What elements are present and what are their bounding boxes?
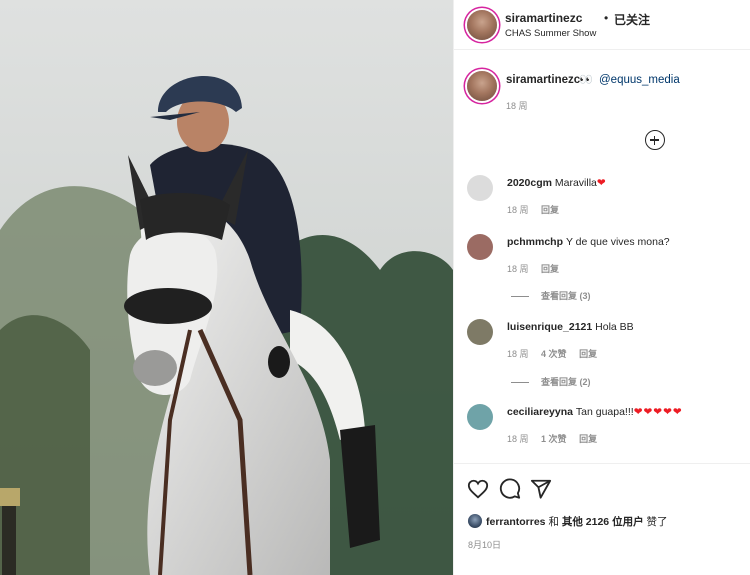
comment-meta: 18 周 回复 (507, 203, 569, 216)
separator-dot: • (604, 11, 609, 25)
paper-plane-icon[interactable] (530, 478, 552, 500)
commenter-avatar[interactable] (467, 234, 493, 260)
comment-text: Tan guapa!!! (575, 406, 634, 418)
commenter-username[interactable]: luisenrique_2121 (507, 321, 592, 333)
post-detail-pane: siramartinezc • 已关注 CHAS Summer Show sir… (453, 0, 750, 575)
speech-bubble-icon[interactable] (499, 478, 521, 500)
comment-line: luisenrique_2121 Hola BB (507, 321, 634, 333)
heart-emojis: ❤❤❤❤❤ (633, 406, 683, 418)
author-avatar[interactable] (467, 10, 497, 40)
replies-divider (511, 296, 529, 298)
heart-emoji: ❤ (596, 177, 607, 189)
comment-text: Hola BB (595, 321, 634, 333)
comment-line: pchmmchp Y de que vives mona? (507, 236, 670, 248)
commenter-avatar[interactable] (467, 319, 493, 345)
commenter-avatar[interactable] (467, 404, 493, 430)
reply-button[interactable]: 回复 (541, 205, 559, 215)
comment-timestamp: 18 周 (507, 434, 529, 444)
post-photo[interactable] (0, 0, 453, 575)
author-username[interactable]: siramartinezc (505, 11, 582, 25)
comment-meta: 18 周 4 次赞 回复 (507, 347, 607, 360)
reply-button[interactable]: 回复 (579, 434, 597, 444)
commenter-avatar[interactable] (467, 175, 493, 201)
rider-on-horse-image (0, 0, 453, 575)
post-header: siramartinezc • 已关注 CHAS Summer Show (454, 0, 750, 50)
comment-like-count[interactable]: 4 次赞 (541, 349, 567, 359)
view-replies-button[interactable]: 查看回复 (3) (511, 289, 591, 302)
comment-timestamp: 18 周 (507, 205, 529, 215)
caption-timestamp: 18 周 (506, 101, 528, 111)
likes-and: 和 (548, 516, 559, 528)
comment-text: Maravilla (554, 177, 597, 189)
likes-others-count[interactable]: 其他 2126 位用户 (562, 516, 644, 528)
comment-meta: 18 周 1 次赞 回复 (507, 432, 607, 445)
comment-text: Y de que vives mona? (565, 236, 670, 248)
comment-line: 2020cgm Maravilla❤ (507, 177, 607, 189)
comment-timestamp: 18 周 (507, 349, 529, 359)
likes-verb: 赞了 (646, 516, 668, 528)
caption-author-avatar[interactable] (467, 71, 497, 101)
commenter-username[interactable]: ceciliareyyna (507, 406, 573, 418)
view-replies-label: 查看回复 (3) (541, 291, 591, 301)
commenter-username[interactable]: pchmmchp (507, 236, 563, 248)
reply-button[interactable]: 回复 (579, 349, 597, 359)
likes-summary[interactable]: ferrantorres 和 其他 2126 位用户 赞了 (468, 514, 668, 529)
comment-line: ceciliareyyna Tan guapa!!!❤❤❤❤❤ (507, 406, 683, 418)
eyes-emoji: 👀 (579, 74, 593, 86)
commenter-username[interactable]: 2020cgm (507, 177, 552, 189)
action-bar (454, 478, 750, 502)
view-replies-button[interactable]: 查看回复 (2) (511, 375, 591, 388)
heart-outline-icon[interactable] (467, 478, 489, 500)
reply-button[interactable]: 回复 (541, 264, 559, 274)
caption-username[interactable]: siramartinezc (506, 74, 580, 86)
replies-divider (511, 382, 529, 384)
comment-like-count[interactable]: 1 次赞 (541, 434, 567, 444)
follow-status-button[interactable]: 已关注 (614, 11, 650, 28)
location-link[interactable]: CHAS Summer Show (505, 28, 596, 39)
post-date: 8月10日 (468, 540, 502, 550)
comment-meta: 18 周 回复 (507, 262, 569, 275)
view-replies-label: 查看回复 (2) (541, 377, 591, 387)
load-more-comments-icon[interactable] (645, 130, 665, 150)
liker-avatar (468, 514, 482, 528)
comment-timestamp: 18 周 (507, 264, 529, 274)
mention-link[interactable]: @equus_media (599, 74, 680, 86)
liker-username[interactable]: ferrantorres (486, 516, 546, 528)
comments-divider (454, 463, 750, 464)
